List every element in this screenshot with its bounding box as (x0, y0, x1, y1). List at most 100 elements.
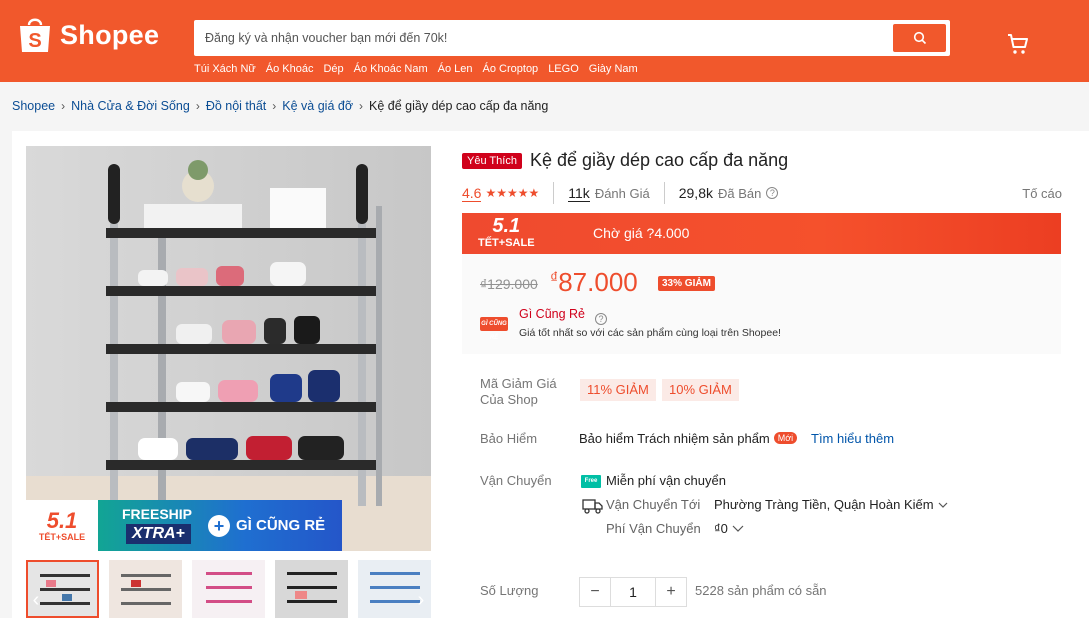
currency-symbol: ₫ (550, 270, 559, 287)
free-shipping-icon: Free (581, 475, 601, 488)
new-badge: Mới (773, 432, 798, 444)
hot-keyword-link[interactable]: LEGO (548, 63, 579, 75)
price-box: ₫129.000 ₫87.000 33% GIẢM GÌ CŨNG RẺ Gì … (462, 254, 1061, 354)
rating-stars-icon: ★★★★★ (485, 186, 540, 200)
discount-badge: 33% GIẢM (658, 276, 715, 291)
help-icon[interactable]: ? (766, 187, 779, 199)
shopee-logo[interactable]: S Shopee (18, 16, 159, 54)
breadcrumb-link[interactable]: Đồ nội thất (206, 99, 266, 113)
hot-keyword-link[interactable]: Dép (323, 63, 343, 75)
insurance-label: Bảo Hiểm (480, 431, 538, 446)
chevron-right-icon: › (359, 99, 364, 113)
quantity-input[interactable]: 1 (610, 578, 656, 606)
learn-more-link[interactable]: Tìm hiểu thêm (811, 431, 894, 446)
product-title-row: Yêu Thích Kệ để giầy dép cao cấp đa năng (462, 150, 788, 171)
search-button[interactable] (893, 24, 946, 52)
logo-text: Shopee (60, 19, 160, 50)
breadcrumb-current: Kệ để giầy dép cao cấp đa năng (369, 99, 549, 113)
hot-keywords: Túi Xách Nữ Áo Khoác Dép Áo Khoác Nam Áo… (194, 63, 638, 75)
stock-available: 5228 sản phẩm có sẵn (695, 583, 827, 598)
quantity-label: Số Lượng (480, 583, 539, 598)
quantity-increase-button[interactable]: + (656, 578, 686, 606)
voucher-label: Mã Giảm Giá Của Shop (480, 376, 557, 408)
chevron-right-icon: › (61, 99, 66, 113)
cart-icon (1008, 34, 1028, 54)
flash-sale-text: Chờ giá ?4.000 (593, 225, 690, 241)
breadcrumb-link[interactable]: Shopee (12, 99, 55, 113)
flash-51-text: 5.1 (492, 215, 521, 237)
shopee-bag-icon: S (18, 16, 52, 54)
chevron-right-icon: › (195, 99, 200, 113)
thumbnail-prev-button[interactable]: ‹ (28, 587, 44, 613)
plus-icon: + (208, 515, 230, 537)
hot-keyword-link[interactable]: Túi Xách Nữ (194, 63, 256, 75)
top-header: S Shopee Túi Xách Nữ Áo Khoác Dép Áo Kho… (0, 0, 1089, 82)
svg-text:S: S (28, 30, 41, 52)
shipping-fee[interactable]: ₫0 (714, 521, 744, 536)
thumbnail[interactable] (192, 560, 265, 618)
voucher-label-line1: Mã Giảm Giá (480, 376, 557, 391)
promo-51-badge: 5.1 TẾT+SALE (26, 500, 98, 551)
freeship-text: FREESHIP (122, 506, 193, 522)
help-icon[interactable]: ? (595, 309, 607, 327)
breadcrumb-link[interactable]: Kệ và giá đỡ (282, 99, 353, 113)
flash-tet-sale-text: TẾT+SALE (478, 237, 535, 249)
original-price: ₫129.000 (480, 276, 538, 292)
divider (663, 182, 665, 204)
xtra-text: XTRA+ (126, 524, 191, 544)
flash-sale-bar: 5.1 TẾT+SALE Chờ giá ?4.000 (462, 213, 1061, 254)
quantity-decrease-button[interactable]: − (580, 578, 610, 606)
shoe-rack-illustration (26, 146, 431, 551)
voucher-tag[interactable]: 10% GIẢM (662, 379, 739, 401)
cart-button[interactable] (1006, 32, 1030, 61)
hot-keyword-link[interactable]: Áo Khoác (266, 63, 314, 75)
product-title: Kệ để giầy dép cao cấp đa năng (529, 150, 789, 170)
shipping-fee-value: ₫0 (714, 521, 728, 536)
reviews-count[interactable]: 11k (568, 185, 590, 202)
promo-tet-sale-text: TẾT+SALE (38, 531, 86, 542)
hot-keyword-link[interactable]: Áo Len (438, 63, 473, 75)
voucher-label-line2: Của Shop (480, 392, 538, 407)
hot-keyword-link[interactable]: Giày Nam (589, 63, 638, 75)
promo-banner: 5.1 TẾT+SALE FREESHIP XTRA+ + GÌ CŨNG RẺ (26, 500, 342, 551)
shipping-label: Vận Chuyển (480, 473, 552, 488)
chevron-right-icon: › (417, 588, 425, 611)
chevron-down-icon (732, 521, 744, 536)
chevron-left-icon: ‹ (32, 588, 40, 611)
product-main-image[interactable] (26, 146, 431, 551)
current-price: ₫87.000 (550, 267, 638, 298)
promo-51-text: 5.1 (46, 507, 78, 533)
divider (553, 182, 555, 204)
breadcrumb-link[interactable]: Nhà Cửa & Đời Sống (71, 99, 190, 113)
shipping-destination-value: Phường Tràng Tiền, Quận Hoàn Kiếm (714, 497, 934, 512)
search-bar (194, 20, 950, 56)
shipping-to-label: Vận Chuyển Tới (606, 497, 701, 512)
gi-cung-re-icon: GÌ CŨNG RẺ (480, 317, 508, 341)
shipping-fee-label: Phí Vận Chuyển (606, 521, 701, 536)
hot-keyword-link[interactable]: Áo Croptop (483, 63, 539, 75)
breadcrumb: Shopee › Nhà Cửa & Đời Sống › Đồ nội thấ… (12, 99, 548, 113)
search-input[interactable] (194, 20, 884, 56)
flash-sale-logo: 5.1 TẾT+SALE (478, 215, 535, 249)
chevron-right-icon: › (272, 99, 277, 113)
current-price-value: 87.000 (558, 267, 638, 297)
reviews-label: Đánh Giá (594, 185, 650, 201)
shipping-destination[interactable]: Phường Tràng Tiền, Quận Hoàn Kiếm (714, 497, 948, 512)
rating-row: 4.6 ★★★★★ 11k Đánh Giá 29,8k Đã Bán ? Tố… (462, 182, 1062, 204)
report-link[interactable]: Tố cáo (1022, 186, 1062, 201)
sold-count: 29,8k (678, 185, 713, 201)
freeship-banner: FREESHIP XTRA+ + GÌ CŨNG RẺ (98, 500, 342, 551)
search-icon (913, 31, 926, 45)
thumbnail[interactable] (109, 560, 182, 618)
thumbnail[interactable] (275, 560, 348, 618)
hot-keyword-link[interactable]: Áo Khoác Nam (354, 63, 428, 75)
rating-value[interactable]: 4.6 (462, 185, 482, 202)
thumbnail-strip: ‹ › (26, 560, 431, 618)
free-shipping-text: Miễn phí vận chuyển (606, 473, 726, 488)
thumbnail-next-button[interactable]: › (413, 587, 429, 613)
sold-label: Đã Bán (717, 185, 762, 201)
chevron-down-icon (938, 497, 948, 512)
voucher-tag[interactable]: 11% GIẢM (580, 379, 656, 401)
truck-icon (582, 499, 603, 514)
gi-cung-re-description: Giá tốt nhất so với các sản phẩm cùng lo… (519, 327, 781, 339)
